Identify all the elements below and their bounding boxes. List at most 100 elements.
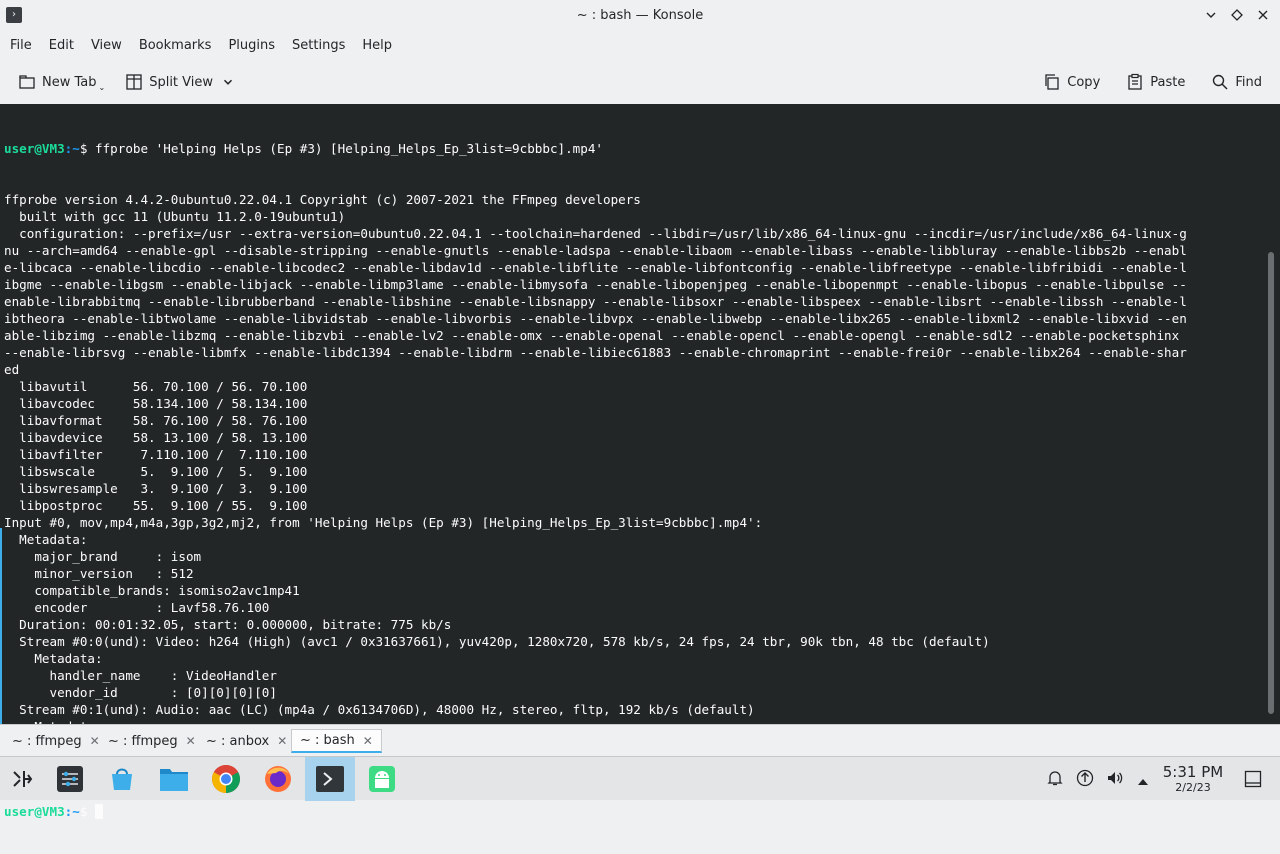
terminal-output-line: ed — [4, 362, 20, 377]
terminal-output-line: libswresample 3. 9.100 / 3. 9.100 — [4, 481, 308, 496]
close-icon[interactable]: ✕ — [277, 734, 287, 748]
terminal-output-line: built with gcc 11 (Ubuntu 11.2.0-19ubunt… — [4, 209, 346, 224]
search-icon — [1213, 74, 1228, 90]
close-button[interactable] — [1256, 5, 1270, 25]
updates-icon[interactable] — [1076, 769, 1094, 791]
terminal-output-line: Stream #0:1(und): Audio: aac (LC) (mp4a … — [4, 702, 755, 717]
terminal-output-line: libavformat 58. 76.100 / 58. 76.100 — [4, 413, 308, 428]
clock-date: 2/2/23 — [1175, 781, 1211, 794]
terminal-output-line: vendor_id : [0][0][0][0] — [4, 685, 277, 700]
diamond-icon — [1231, 9, 1243, 21]
taskbar: 5:31 PM 2/2/23 — [0, 756, 1280, 801]
paste-button[interactable]: Paste — [1120, 67, 1191, 97]
terminal-output-line: --enable-librsvg --enable-libmfx --enabl… — [4, 345, 1187, 360]
find-button[interactable]: Find — [1205, 67, 1268, 97]
file-manager-icon[interactable] — [158, 763, 190, 795]
text-cursor — [95, 804, 104, 819]
menu-settings[interactable]: Settings — [286, 34, 351, 57]
terminal-output-line: enable-librabbitmq --enable-librubberban… — [4, 294, 1187, 309]
copy-label: Copy — [1067, 74, 1101, 90]
prompt-path: :~ — [64, 141, 80, 156]
paste-label: Paste — [1150, 74, 1186, 90]
caret-icon: ⌄ — [98, 82, 106, 92]
notifications-icon[interactable] — [1046, 769, 1064, 791]
toolbar: New Tab ⌄ Split View Copy Paste Find — [0, 62, 1280, 102]
menu-file[interactable]: File — [4, 34, 38, 57]
terminal-output-line: encoder : Lavf58.76.100 — [4, 600, 270, 615]
android-icon[interactable] — [366, 763, 398, 795]
terminal-output-line: minor_version : 512 — [4, 566, 194, 581]
terminal-output-line: nu --arch=amd64 --enable-gpl --disable-s… — [4, 243, 1187, 258]
active-prompt-line[interactable]: user@VM3:~$ — [4, 803, 1258, 820]
prompt-user: user@VM3 — [4, 804, 65, 819]
command-line: user@VM3:~$ ffprobe 'Helping Helps (Ep #… — [4, 140, 1258, 157]
close-icon[interactable]: ✕ — [90, 734, 100, 748]
maximize-button[interactable] — [1230, 5, 1244, 25]
new-tab-button[interactable]: New Tab ⌄ — [12, 67, 111, 97]
close-icon[interactable]: ✕ — [363, 734, 373, 748]
menu-edit[interactable]: Edit — [43, 34, 80, 57]
close-icon[interactable]: ✕ — [186, 734, 196, 748]
terminal-output-line: libpostproc 55. 9.100 / 55. 9.100 — [4, 498, 308, 513]
terminal-output-line: major_brand : isom — [4, 549, 202, 564]
window-titlebar: › ~ : bash — Konsole — [0, 0, 1280, 30]
show-desktop-icon[interactable] — [1244, 770, 1262, 792]
menu-bookmarks[interactable]: Bookmarks — [133, 34, 218, 57]
terminal-output-line: ibtheora --enable-libtwolame --enable-li… — [4, 311, 1187, 326]
terminal-output-line: libavcodec 58.134.100 / 58.134.100 — [4, 396, 308, 411]
new-tab-label: New Tab — [42, 74, 97, 90]
tab-anbox[interactable]: ~ : anbox ✕ — [198, 729, 295, 753]
konsole-icon[interactable] — [305, 757, 355, 801]
clock-time: 5:31 PM — [1162, 763, 1224, 781]
minimize-button[interactable] — [1204, 5, 1218, 25]
close-icon — [1258, 10, 1268, 20]
copy-icon — [1045, 74, 1059, 90]
terminal-output-line: Metadata: — [4, 651, 103, 666]
firefox-icon[interactable] — [262, 763, 294, 795]
volume-icon[interactable] — [1106, 769, 1124, 791]
terminal-output-line: ibgme --enable-libgsm --enable-libjack -… — [4, 277, 1187, 292]
chevron-down-icon — [1206, 12, 1216, 18]
terminal-output-line: libavfilter 7.110.100 / 7.110.100 — [4, 447, 308, 462]
terminal-output-line: Duration: 00:01:32.05, start: 0.000000, … — [4, 617, 452, 632]
find-label: Find — [1235, 74, 1262, 90]
discover-store-icon[interactable] — [106, 763, 138, 795]
split-view-button[interactable]: Split View — [119, 67, 241, 97]
tab-bar: ~ : ffmpeg ✕ ~ : ffmpeg ✕ ~ : anbox ✕ ~ : b… — [0, 724, 1280, 756]
tab-label: ~ : anbox — [206, 733, 270, 749]
paste-icon — [1128, 73, 1142, 90]
konsole-app-icon[interactable]: › — [6, 7, 22, 23]
terminal-output-line: configuration: --prefix=/usr --extra-ver… — [4, 226, 1187, 241]
terminal-output-line: libswscale 5. 9.100 / 5. 9.100 — [4, 464, 308, 479]
terminal-output-line: libavdevice 58. 13.100 / 58. 13.100 — [4, 430, 308, 445]
app-launcher-icon[interactable] — [6, 763, 38, 795]
terminal-view[interactable]: user@VM3:~$ ffprobe 'Helping Helps (Ep #… — [0, 104, 1280, 819]
tray-expand-icon[interactable] — [1136, 772, 1150, 791]
system-settings-icon[interactable] — [54, 763, 86, 795]
menu-help[interactable]: Help — [356, 34, 398, 57]
chevron-down-icon — [223, 79, 233, 85]
split-view-icon — [126, 74, 142, 90]
menu-plugins[interactable]: Plugins — [222, 34, 281, 57]
clock[interactable]: 5:31 PM 2/2/23 — [1158, 763, 1228, 795]
tab-bash[interactable]: ~ : bash ✕ — [291, 729, 382, 753]
terminal-output: ffprobe version 4.4.2-0ubuntu0.22.04.1 C… — [4, 191, 1258, 769]
menu-view[interactable]: View — [85, 34, 128, 57]
prompt-symbol: $ — [79, 141, 96, 156]
split-view-label: Split View — [149, 74, 214, 90]
tab-ffmpeg-2[interactable]: ~ : ffmpeg ✕ — [100, 729, 204, 753]
command-text: ffprobe 'Helping Helps (Ep #3) [Helping_… — [95, 141, 604, 156]
terminal-output-line: Input #0, mov,mp4,m4a,3gp,3g2,mj2, from … — [4, 515, 763, 530]
chrome-icon[interactable] — [210, 763, 242, 795]
terminal-scrollbar[interactable] — [1268, 252, 1274, 714]
prompt-user: user@VM3 — [4, 141, 65, 156]
prompt-symbol: $ — [79, 804, 96, 819]
menu-bar: File Edit View Bookmarks Plugins Setting… — [0, 31, 1280, 59]
tab-ffmpeg-1[interactable]: ~ : ffmpeg ✕ — [4, 729, 108, 753]
selection-marker — [0, 528, 2, 724]
terminal-output-line: e-libcaca --enable-libcdio --enable-libc… — [4, 260, 1187, 275]
terminal-output-line: Stream #0:0(und): Video: h264 (High) (av… — [4, 634, 990, 649]
tab-label: ~ : ffmpeg — [12, 733, 82, 749]
terminal-output-line: able-libzimg --enable-libzmq --enable-li… — [4, 328, 1180, 343]
copy-button[interactable]: Copy — [1037, 67, 1106, 97]
